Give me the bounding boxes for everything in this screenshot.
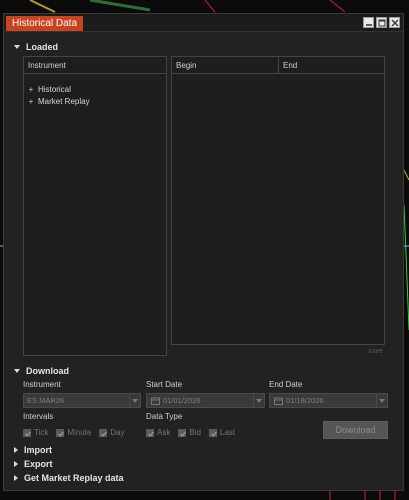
chevron-down-icon[interactable] — [376, 394, 387, 407]
instrument-tree: + Historical + Market Replay — [24, 74, 166, 116]
data-type-label: Data Type — [146, 412, 183, 421]
loaded-header: Loaded — [26, 42, 59, 52]
title-bar[interactable]: Historical Data — [4, 14, 403, 32]
instrument-column-header: Instrument — [24, 57, 166, 74]
checkbox-label: Last — [219, 428, 236, 437]
end-date-label: End Date — [269, 380, 303, 389]
checkbox-label: Bid — [189, 428, 201, 437]
checkbox-box[interactable] — [178, 428, 187, 437]
download-section-toggle[interactable]: Download — [14, 366, 69, 376]
start-date-value: 01/01/2026 — [163, 396, 201, 405]
instrument-select[interactable]: ES MAR26 — [23, 393, 141, 408]
import-section-toggle[interactable]: Import — [14, 445, 52, 455]
download-button[interactable]: Download — [323, 421, 388, 439]
start-date-picker[interactable]: 01/01/2026 — [146, 393, 265, 408]
data-type-checkboxes: Ask Bid Last — [146, 428, 235, 437]
chevron-right-icon — [14, 461, 18, 467]
intervals-checkboxes: Tick Minute Day — [23, 428, 125, 437]
last-checkbox[interactable]: Last — [208, 428, 236, 437]
tick-checkbox[interactable]: Tick — [23, 428, 48, 437]
end-date-picker[interactable]: 01/18/2026 — [269, 393, 388, 408]
start-date-label: Start Date — [146, 380, 183, 389]
expand-icon[interactable]: + — [28, 85, 34, 94]
maximize-icon[interactable] — [376, 17, 387, 28]
chevron-right-icon — [14, 447, 18, 453]
import-header: Import — [24, 445, 52, 455]
end-column-header[interactable]: End — [279, 57, 297, 73]
save-link[interactable]: save — [368, 348, 383, 355]
checkbox-box[interactable] — [23, 428, 31, 437]
expand-icon[interactable]: + — [28, 97, 34, 106]
tree-item-label: Historical — [38, 84, 71, 94]
instrument-value: ES MAR26 — [27, 396, 65, 405]
instrument-col-label: Instrument — [28, 60, 66, 70]
checkbox-label: Minute — [67, 428, 92, 437]
market-replay-section-toggle[interactable]: Get Market Replay data — [14, 473, 124, 483]
bid-checkbox[interactable]: Bid — [178, 428, 201, 437]
market-replay-header: Get Market Replay data — [24, 473, 124, 483]
ask-checkbox[interactable]: Ask — [146, 428, 170, 437]
export-header: Export — [24, 459, 53, 469]
tree-item-historical[interactable]: + Historical — [28, 83, 162, 95]
chevron-down-icon[interactable] — [129, 394, 140, 407]
checkbox-box[interactable] — [99, 428, 108, 437]
close-icon[interactable] — [389, 17, 400, 28]
instrument-tree-panel: Instrument + Historical + Market Replay — [23, 56, 167, 356]
checkbox-box[interactable] — [146, 428, 154, 437]
window-title: Historical Data — [6, 16, 84, 31]
chevron-down-icon[interactable] — [253, 394, 264, 407]
end-date-value: 01/18/2026 — [286, 396, 324, 405]
minimize-icon[interactable] — [363, 17, 374, 28]
checkbox-label: Day — [110, 428, 125, 437]
begin-column-header[interactable]: Begin — [172, 57, 279, 73]
tree-item-label: Market Replay — [38, 96, 90, 106]
day-checkbox[interactable]: Day — [99, 428, 125, 437]
range-table-panel: Begin End — [171, 56, 385, 345]
calendar-icon — [274, 397, 283, 405]
tree-item-market-replay[interactable]: + Market Replay — [28, 95, 162, 107]
chevron-right-icon — [14, 475, 18, 481]
chevron-down-icon — [14, 45, 20, 49]
minute-checkbox[interactable]: Minute — [56, 428, 91, 437]
chevron-down-icon — [14, 369, 20, 373]
checkbox-box[interactable] — [56, 428, 65, 437]
export-section-toggle[interactable]: Export — [14, 459, 53, 469]
checkbox-box[interactable] — [208, 428, 217, 437]
download-header: Download — [26, 366, 69, 376]
historical-data-window: Historical Data Loaded Instrument + Hist… — [3, 13, 404, 491]
window-controls — [363, 17, 400, 28]
instrument-label: Instrument — [23, 380, 61, 389]
loaded-section-toggle[interactable]: Loaded — [14, 42, 58, 52]
range-table-header: Begin End — [172, 57, 384, 74]
intervals-label: Intervals — [23, 412, 54, 421]
calendar-icon — [151, 397, 160, 405]
checkbox-label: Tick — [34, 428, 49, 437]
checkbox-label: Ask — [157, 428, 171, 437]
